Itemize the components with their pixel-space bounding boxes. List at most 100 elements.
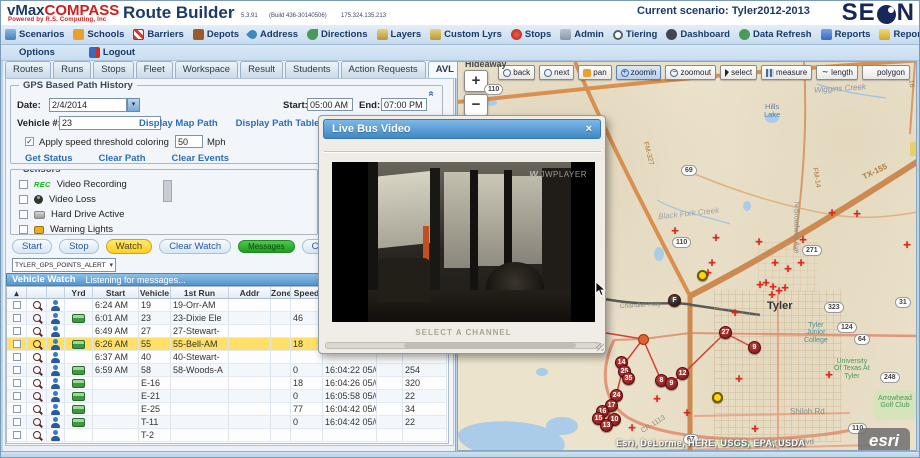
toolbar-item-data-refresh[interactable]: Data Refresh (738, 29, 812, 40)
sensor-checkbox[interactable] (19, 210, 28, 219)
vehicle-position-marker[interactable] (712, 392, 723, 403)
table-cell[interactable] (27, 364, 47, 377)
zoom-to-vehicle-icon[interactable] (32, 392, 41, 400)
bus-marker-35[interactable]: 35 (622, 372, 635, 385)
zoom-to-vehicle-icon[interactable] (32, 418, 41, 426)
watch-button[interactable]: Watch (105, 239, 153, 254)
table-cell[interactable] (27, 325, 47, 338)
end-time-input[interactable]: 07:00 PM (381, 98, 427, 111)
table-cell[interactable] (7, 364, 27, 377)
driver-icon[interactable] (51, 364, 60, 376)
start-time-input[interactable]: 05:00 AM (307, 98, 353, 111)
tab-workspace[interactable]: Workspace (174, 61, 239, 78)
table-cell[interactable] (7, 338, 27, 351)
zoom-to-vehicle-icon[interactable] (32, 340, 41, 348)
column-header-addr[interactable]: Addr (229, 287, 271, 299)
map-tool-select[interactable]: select (720, 65, 758, 80)
tab-runs[interactable]: Runs (53, 61, 92, 78)
stop-cross-marker[interactable]: + (755, 278, 765, 291)
stop-cross-marker[interactable]: + (780, 281, 790, 294)
close-icon[interactable]: × (586, 123, 592, 135)
bus-icon[interactable] (72, 339, 85, 349)
row-checkbox[interactable] (12, 327, 21, 335)
column-header-0[interactable]: ▴ (7, 287, 27, 299)
sensor-checkbox[interactable] (19, 225, 28, 234)
stop-cross-marker[interactable]: + (734, 372, 744, 385)
map-tool-polygon[interactable]: polygon (861, 65, 910, 80)
column-header-yrd[interactable]: Yrd (65, 287, 93, 299)
alert-dropdown[interactable]: TYLER_GPS_POINTS_ALERT ▾ (12, 258, 116, 272)
map-tool-back[interactable]: back (498, 65, 536, 80)
column-header-start[interactable]: Start (93, 287, 139, 299)
table-cell[interactable] (47, 351, 65, 364)
date-input[interactable]: 2/4/2014 (49, 98, 127, 112)
toolbar-item-stops[interactable]: Stops (510, 29, 551, 40)
window-resize-handle[interactable] (596, 343, 604, 351)
table-cell[interactable] (47, 312, 65, 325)
table-cell[interactable] (65, 338, 93, 351)
toolbar-item-logout[interactable]: Logout (88, 47, 135, 58)
table-cell[interactable] (27, 338, 47, 351)
table-cell[interactable] (27, 312, 47, 325)
speed-threshold-checkbox[interactable]: ✓ (25, 137, 34, 146)
driver-icon[interactable] (51, 416, 60, 428)
table-cell[interactable] (7, 390, 27, 403)
sensor-checkbox[interactable] (19, 180, 28, 189)
bus-marker-9[interactable]: 9 (748, 341, 761, 354)
toolbar-item-options[interactable]: Options (19, 47, 55, 58)
table-cell[interactable] (47, 390, 65, 403)
column-header-zone[interactable]: Zone (271, 287, 291, 299)
bus-icon[interactable] (72, 365, 85, 375)
table-cell[interactable] (47, 416, 65, 429)
tab-routes[interactable]: Routes (5, 61, 52, 78)
speed-threshold-input[interactable]: 50 (175, 135, 203, 148)
table-cell[interactable] (65, 299, 93, 312)
table-cell[interactable] (27, 403, 47, 416)
column-header-vehicle[interactable]: Vehicle (139, 287, 171, 299)
table-cell[interactable] (7, 403, 27, 416)
column-header-1st-run[interactable]: 1st Run (171, 287, 229, 299)
map-tool-zoomout[interactable]: − zoomout (665, 65, 717, 80)
bus-marker-27[interactable]: 27 (719, 326, 732, 339)
toolbar-item-reports[interactable]: Reports (820, 29, 870, 40)
driver-icon[interactable] (51, 351, 60, 363)
bus-marker-9[interactable]: 9 (665, 377, 678, 390)
stop-cross-marker[interactable]: + (798, 233, 808, 246)
toolbar-item-reports-2-0[interactable]: Reports 2.0 (879, 29, 919, 40)
table-cell[interactable] (27, 416, 47, 429)
row-checkbox[interactable] (12, 301, 21, 309)
table-cell[interactable] (47, 299, 65, 312)
bus-icon[interactable] (72, 378, 85, 388)
table-cell[interactable] (47, 338, 65, 351)
stop-cross-marker[interactable]: + (827, 206, 837, 219)
row-checkbox[interactable] (12, 418, 21, 426)
table-cell[interactable] (7, 312, 27, 325)
table-cell[interactable] (65, 416, 93, 429)
table-cell[interactable] (27, 429, 47, 442)
table-cell[interactable] (65, 377, 93, 390)
video-scrollbar[interactable] (325, 342, 601, 349)
tab-action-requests[interactable]: Action Requests (340, 61, 426, 78)
driver-icon[interactable] (51, 390, 60, 402)
stop-cross-marker[interactable]: + (852, 207, 862, 220)
zoom-to-vehicle-icon[interactable] (32, 379, 41, 387)
table-cell[interactable] (65, 351, 93, 364)
zoom-to-vehicle-icon[interactable] (32, 405, 41, 413)
stop-cross-marker[interactable]: + (711, 231, 721, 244)
sensor-scrollbar[interactable] (163, 180, 172, 202)
driver-icon[interactable] (51, 338, 60, 350)
toolbar-item-barriers[interactable]: Barriers (133, 29, 184, 40)
tab-students[interactable]: Students (285, 61, 339, 78)
zoom-to-vehicle-icon[interactable] (32, 314, 41, 322)
stop-cross-marker[interactable]: + (824, 368, 834, 381)
link-clear-events[interactable]: Clear Events (172, 153, 230, 164)
table-cell[interactable] (27, 377, 47, 390)
zoom-to-vehicle-icon[interactable] (32, 366, 41, 374)
stop-cross-marker[interactable]: + (796, 256, 806, 269)
stop-cross-marker[interactable]: + (902, 238, 912, 251)
clear-watch-button[interactable]: Clear Watch (159, 239, 232, 254)
table-cell[interactable] (65, 325, 93, 338)
link-display-map-path[interactable]: Display Map Path (139, 118, 218, 129)
toolbar-item-directions[interactable]: Directions (307, 29, 368, 40)
live-bus-video-window[interactable]: Live Bus Video × w JWPLAYER SELECT A CHA… (318, 115, 606, 354)
